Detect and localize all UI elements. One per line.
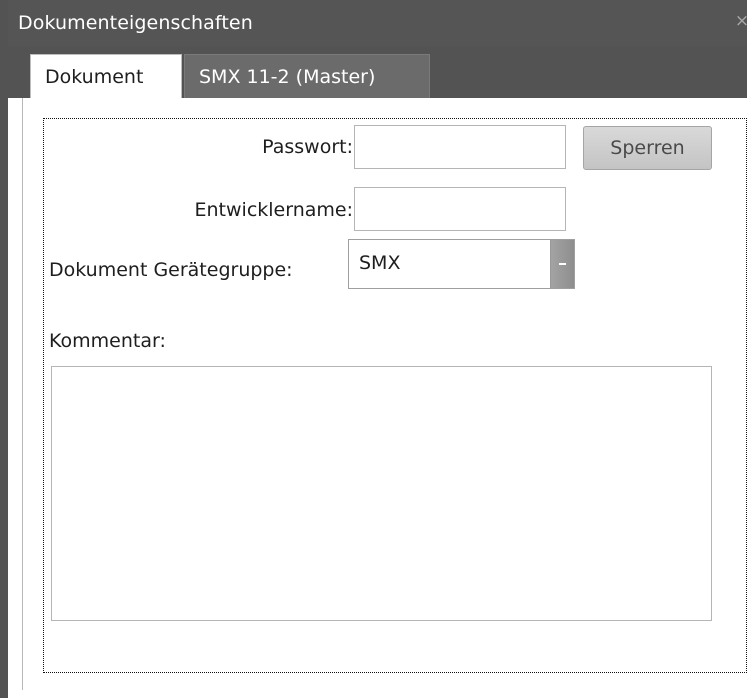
chevron-down-icon[interactable]: [550, 240, 574, 288]
password-input[interactable]: [354, 125, 566, 169]
close-icon[interactable]: ×: [733, 10, 747, 32]
developer-name-label: Entwicklername:: [194, 199, 354, 221]
panel-title-bar: Dokumenteigenschaften ×: [8, 0, 747, 46]
tab-dokument[interactable]: Dokument: [30, 54, 182, 98]
device-group-label: Dokument Gerätegruppe:: [49, 259, 293, 281]
password-label: Passwort:: [262, 136, 353, 158]
tab-smx-master[interactable]: SMX 11-2 (Master): [184, 54, 430, 98]
device-group-value: SMX: [359, 252, 401, 274]
comment-textarea[interactable]: [51, 366, 712, 621]
tab-content: Passwort: Sperren Entwicklername: Dokume…: [22, 98, 747, 690]
developer-name-input[interactable]: [354, 187, 566, 231]
document-properties-panel: Dokumenteigenschaften × Dokument SMX 11-…: [0, 0, 747, 698]
device-group-select[interactable]: SMX: [348, 239, 575, 289]
lock-button[interactable]: Sperren: [583, 126, 712, 170]
panel-title: Dokumenteigenschaften: [18, 12, 253, 34]
tab-strip: Dokument SMX 11-2 (Master): [8, 46, 747, 98]
comment-label: Kommentar:: [49, 330, 166, 352]
